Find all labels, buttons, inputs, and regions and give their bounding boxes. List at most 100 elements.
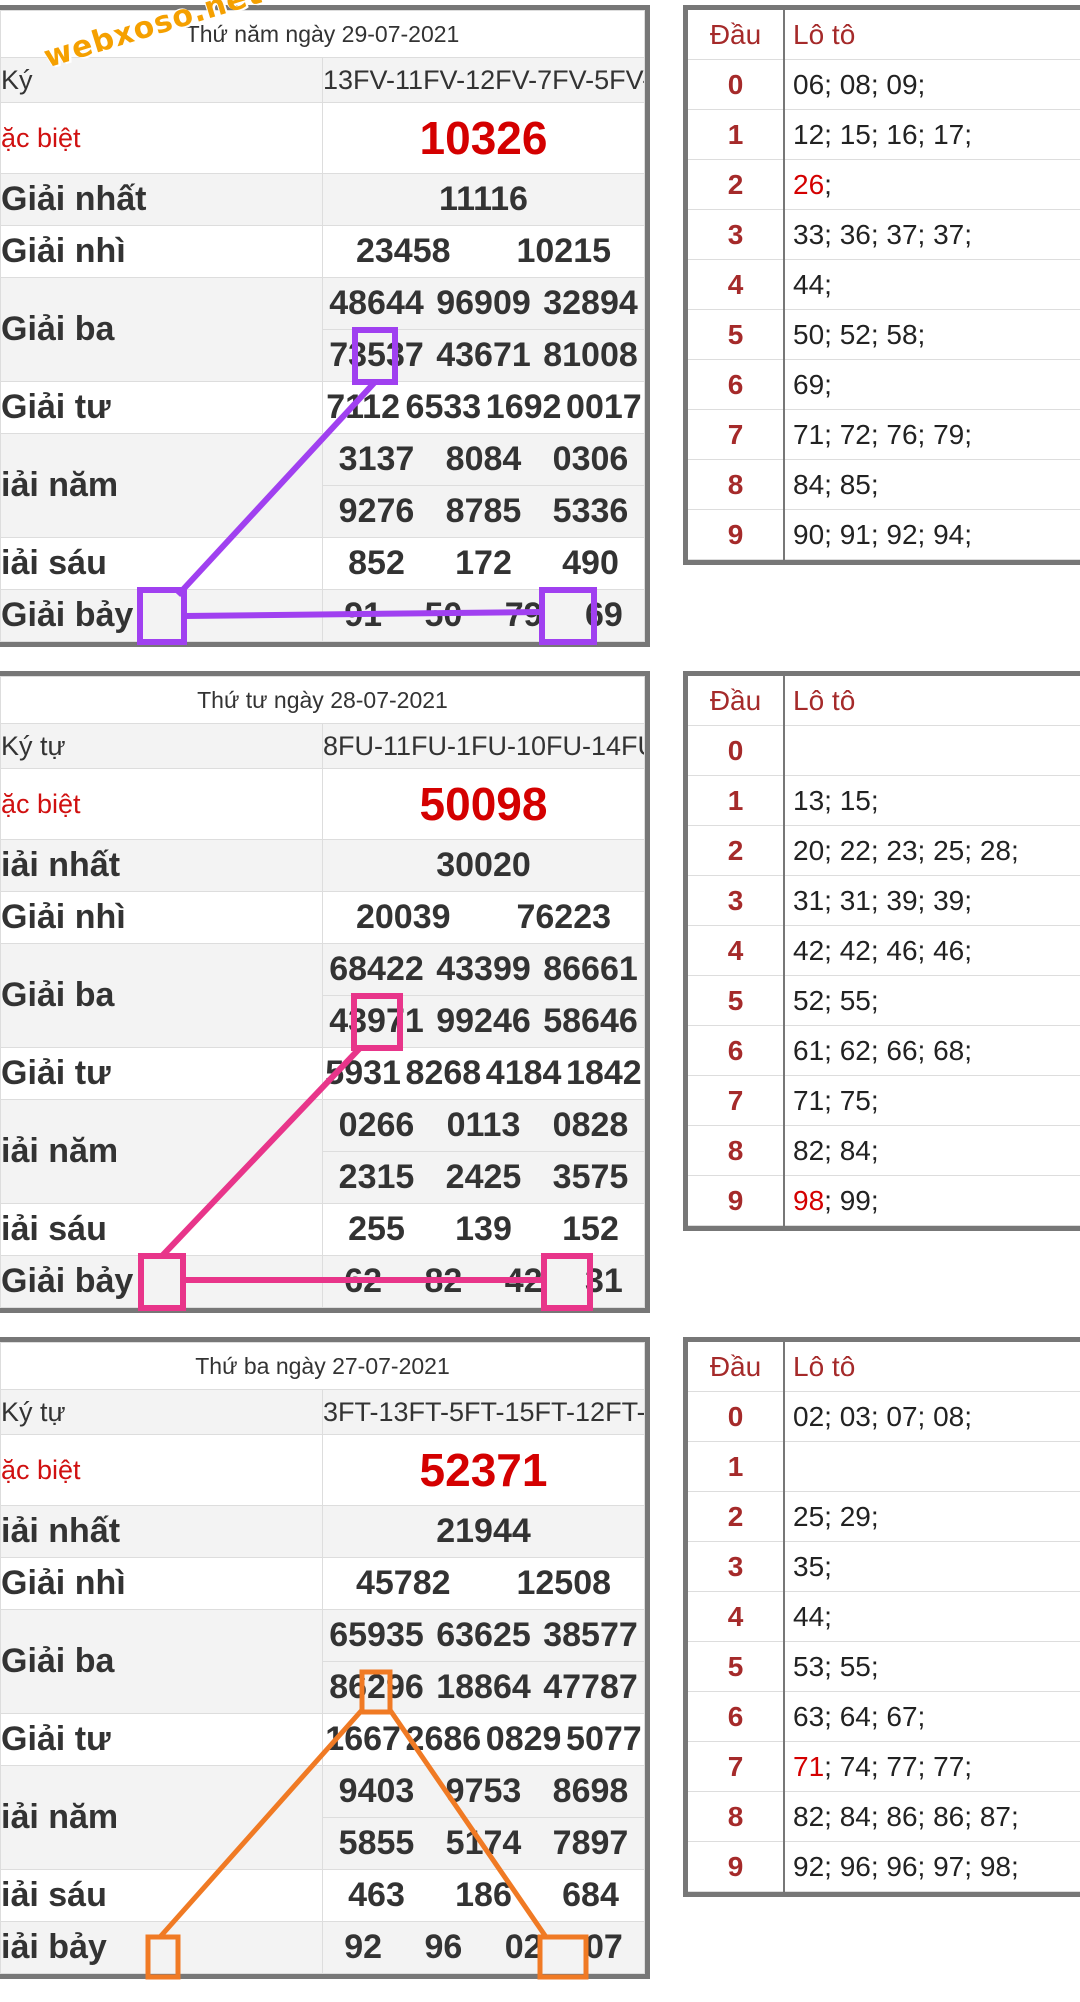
loto-values: 44; [784, 1591, 1080, 1642]
ky-tu-value: 8FU-11FU-1FU-10FU-14FU-6FU [322, 723, 645, 769]
sixth-prize-label: iải sáu [0, 537, 323, 590]
dau-header: Đầu [688, 676, 785, 726]
dau-digit: 3 [688, 209, 785, 260]
third-prize-value: 86296 [329, 1668, 424, 1706]
dau-digit: 4 [688, 925, 785, 976]
fifth-prize-value: 8785 [445, 492, 522, 530]
seventh-prize-value: 31 [584, 1262, 623, 1300]
results-table: Thứ tư ngày 28-07-2021 Ký tự 8FU-11FU-1FU… [0, 671, 650, 1313]
third-prize-value: 48644 [329, 284, 424, 322]
dau-digit: 3 [688, 1541, 785, 1592]
loto-values: 71; 72; 76; 79; [784, 409, 1080, 460]
dau-digit: 0 [688, 59, 785, 110]
loto-values: 82; 84; 86; 86; 87; [784, 1791, 1080, 1842]
dau-digit: 8 [688, 1791, 785, 1842]
loto-values: 98; 99; [784, 1175, 1080, 1226]
third-prize-value: 43399 [436, 950, 531, 988]
loto-header: Lô tô [784, 676, 1080, 726]
seventh-prize-value: 69 [584, 596, 623, 634]
loto-values: 44; [784, 259, 1080, 310]
fifth-prize-value: 0306 [552, 440, 629, 478]
seventh-prize-value: 07 [584, 1928, 623, 1966]
loto-values: 82; 84; [784, 1125, 1080, 1176]
dau-digit: 6 [688, 1691, 785, 1742]
fourth-prize-value: 1667 [325, 1720, 401, 1758]
sixth-prize-label: iải sáu [0, 1203, 323, 1256]
dau-digit: 4 [688, 259, 785, 310]
third-prize-value: 99246 [436, 1002, 531, 1040]
third-prize-value: 96909 [436, 284, 531, 322]
third-prize-label: Giải ba [0, 277, 323, 382]
loto-values: 61; 62; 66; 68; [784, 1025, 1080, 1076]
fifth-prize-value: 5174 [445, 1824, 522, 1862]
third-prize-value: 43671 [436, 336, 531, 374]
dau-digit: 5 [688, 309, 785, 360]
dau-digit: 6 [688, 1025, 785, 1076]
second-prize-value: 45782 [355, 1564, 451, 1602]
loto-values: 33; 36; 37; 37; [784, 209, 1080, 260]
seventh-prize-label: Giải bảy [0, 589, 323, 642]
loto-values [784, 725, 1080, 776]
loto-values: 31; 31; 39; 39; [784, 875, 1080, 926]
seventh-prize-label: iải bảy [0, 1921, 323, 1974]
dau-digit: 9 [688, 509, 785, 560]
fourth-prize-value: 1692 [485, 388, 562, 426]
loto-values: 92; 96; 96; 97; 98; [784, 1841, 1080, 1892]
third-prize-label: Giải ba [0, 1609, 323, 1714]
third-prize-value: 65935 [329, 1616, 424, 1654]
loto-header: Lô tô [784, 1342, 1080, 1392]
third-prize-value: 47787 [543, 1668, 638, 1706]
third-prize-value: 18864 [436, 1668, 531, 1706]
dau-digit: 2 [688, 1491, 785, 1542]
fifth-prize-value: 2315 [338, 1158, 415, 1196]
loto-values: 20; 22; 23; 25; 28; [784, 825, 1080, 876]
loto-values: 42; 42; 46; 46; [784, 925, 1080, 976]
ky-tu-value: 3FT-13FT-5FT-15FT-12FT-1FT [322, 1389, 645, 1435]
ky-label: Ký tự [0, 1389, 323, 1435]
fifth-prize-value: 0266 [338, 1106, 415, 1144]
dau-digit: 0 [688, 725, 785, 776]
third-prize-value: 86661 [543, 950, 638, 988]
first-prize-label: iải nhất [0, 839, 323, 892]
sixth-prize-value: 684 [562, 1876, 619, 1914]
loto-values: 63; 64; 67; [784, 1691, 1080, 1742]
third-prize-value: 68422 [329, 950, 424, 988]
ky-tu-value: 13FV-11FV-12FV-7FV-5FV-4FV [322, 57, 645, 103]
loto-values: 71; 75; [784, 1075, 1080, 1126]
fourth-prize-value: 8268 [405, 1054, 482, 1092]
dau-digit: 1 [688, 1441, 785, 1492]
results-table: Thứ năm ngày 29-07-2021 Ký 13FV-11FV-12FV… [0, 5, 650, 647]
loto-values: 69; [784, 359, 1080, 410]
loto-values: 71; 74; 77; 77; [784, 1741, 1080, 1792]
second-prize-value: 12508 [516, 1564, 612, 1602]
fourth-prize-label: Giải tư [0, 1713, 323, 1766]
first-prize-value: 21944 [322, 1505, 645, 1558]
sixth-prize-value: 172 [455, 544, 512, 582]
fifth-prize-label: iải năm [0, 1099, 323, 1204]
loto-values: 13; 15; [784, 775, 1080, 826]
fourth-prize-value: 2686 [405, 1720, 482, 1758]
fifth-prize-value: 9276 [338, 492, 415, 530]
special-prize-value: 50098 [322, 768, 645, 840]
third-prize-value: 38577 [543, 1616, 638, 1654]
dau-digit: 9 [688, 1175, 785, 1226]
second-prize-label: Giải nhì [0, 225, 323, 278]
dau-digit: 8 [688, 1125, 785, 1176]
sixth-prize-value: 139 [455, 1210, 512, 1248]
fifth-prize-value: 3575 [552, 1158, 629, 1196]
sixth-prize-value: 463 [348, 1876, 405, 1914]
seventh-prize-value: 96 [424, 1928, 463, 1966]
seventh-prize-value: 79 [504, 596, 543, 634]
special-prize-label: ặc biệt [0, 102, 323, 174]
sixth-prize-value: 186 [455, 1876, 512, 1914]
ky-label: Ký tự [0, 723, 323, 769]
loto-values: 25; 29; [784, 1491, 1080, 1542]
fifth-prize-value: 9753 [445, 1772, 522, 1810]
result-block-3: Thứ ba ngày 27-07-2021 Ký tự 3FT-13FT-5FT… [0, 1332, 1080, 1992]
loto-header: Lô tô [784, 10, 1080, 60]
dau-digit: 2 [688, 825, 785, 876]
fifth-prize-value: 2425 [445, 1158, 522, 1196]
results-table: Thứ ba ngày 27-07-2021 Ký tự 3FT-13FT-5FT… [0, 1337, 650, 1979]
fourth-prize-value: 5077 [566, 1720, 642, 1758]
second-prize-label: Giải nhì [0, 1557, 323, 1610]
